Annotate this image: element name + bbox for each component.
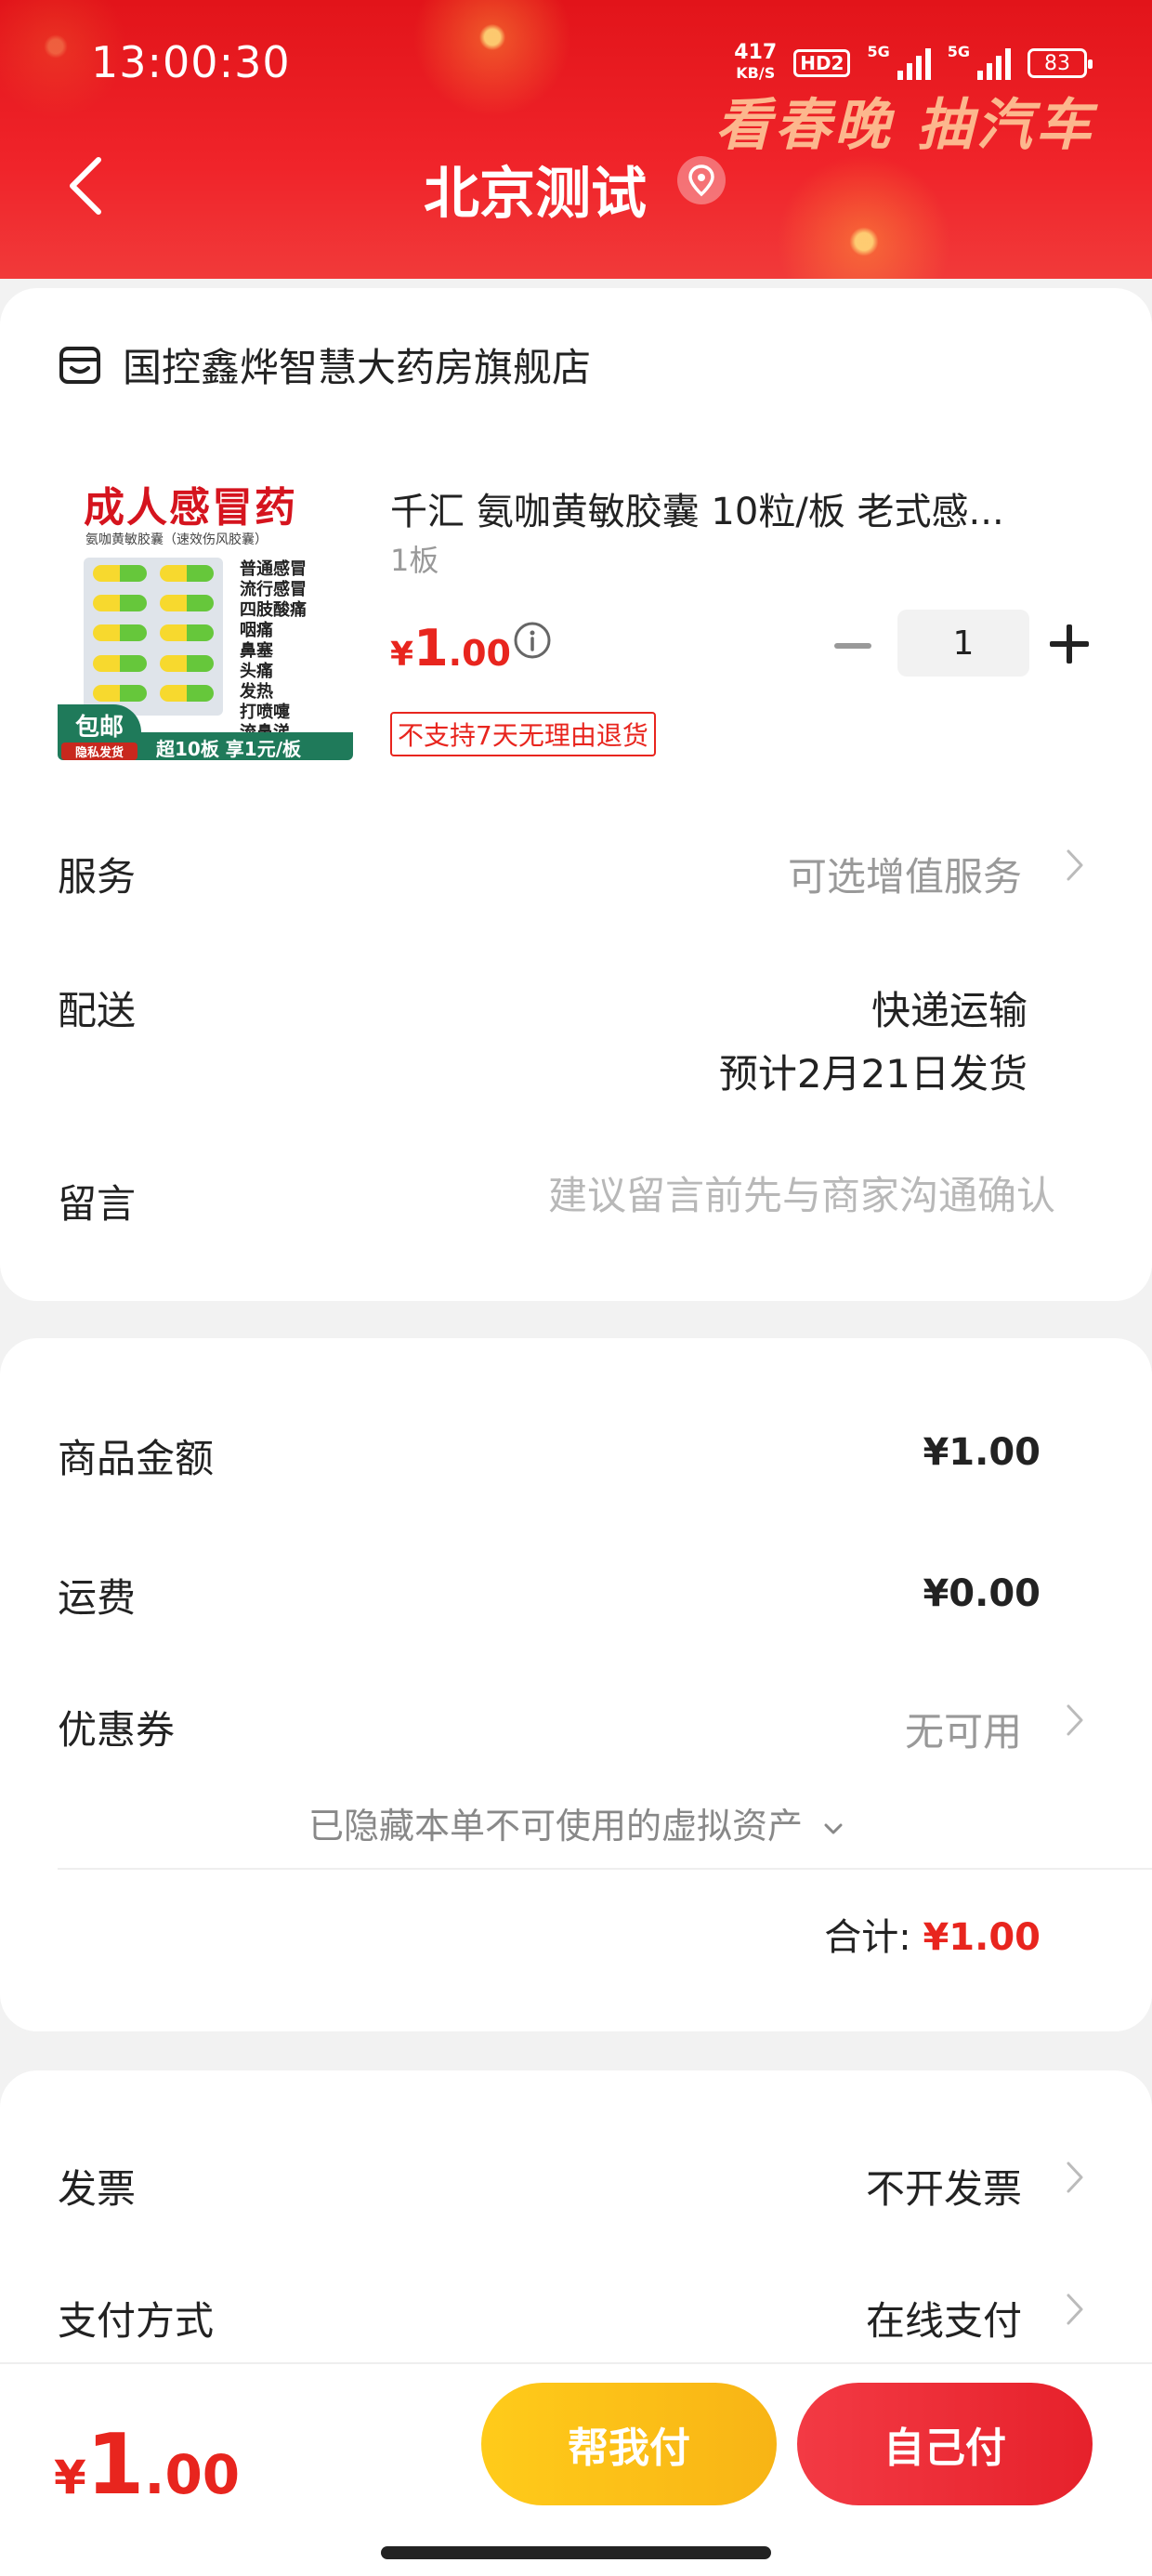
coupon-value[interactable]: 无可用 xyxy=(905,1701,1022,1757)
chevron-right-icon[interactable] xyxy=(1065,2160,1085,2195)
promo-banner-text: 看春晚 抽汽车 xyxy=(715,93,1095,158)
payment-method-value[interactable]: 在线支付 xyxy=(866,2290,1022,2346)
signal-label: 5G xyxy=(867,43,890,60)
product-price: ¥1.00 xyxy=(390,619,511,677)
shipping-fee-value: ¥0.00 xyxy=(923,1572,1041,1615)
delivery-label: 配送 xyxy=(58,988,137,1033)
order-total: 合计: ¥1.00 xyxy=(824,1907,1041,1961)
status-time: 13:00:30 xyxy=(91,37,291,87)
battery-icon: 83 xyxy=(1028,48,1093,78)
message-label: 留言 xyxy=(58,1181,137,1227)
chevron-right-icon[interactable] xyxy=(1065,2292,1085,2327)
symptom-list: 普通感冒 流行感冒 四肢酸痛 咽痛 鼻塞 头痛 发热 打喷嚏 流鼻涕 xyxy=(240,559,307,743)
goods-amount-label: 商品金额 xyxy=(58,1436,215,1481)
status-icons: 417 KB/S HD2 5G 5G 83 xyxy=(734,41,1093,84)
invoice-label: 发票 xyxy=(58,2166,137,2212)
pay-myself-button[interactable]: 自己付 xyxy=(797,2383,1093,2505)
chevron-right-icon[interactable] xyxy=(1065,1702,1085,1738)
checkout-bar: ¥1.00 帮我付 自己付 xyxy=(0,2362,1152,2576)
chevron-right-icon[interactable] xyxy=(1065,848,1085,883)
shipping-fee-label: 运费 xyxy=(58,1575,137,1621)
location-pin-icon[interactable] xyxy=(676,155,727,205)
info-icon[interactable] xyxy=(513,621,552,660)
signal-icon xyxy=(977,46,1011,80)
payment-method-label: 支付方式 xyxy=(58,2298,215,2344)
total-label: 合计: xyxy=(824,1916,911,1959)
chevron-left-icon xyxy=(70,157,101,215)
store-header[interactable]: 国控鑫烨智慧大药房旗舰店 xyxy=(58,336,591,393)
service-label: 服务 xyxy=(58,854,137,900)
delivery-method: 快递运输 xyxy=(871,988,1028,1033)
divider xyxy=(58,1868,1152,1870)
signal-icon xyxy=(897,46,931,80)
network-speed: 417 KB/S xyxy=(734,41,778,83)
product-spec: 1板 xyxy=(390,543,439,578)
quantity-field[interactable]: 1 xyxy=(897,610,1029,677)
goods-amount-value: ¥1.00 xyxy=(923,1431,1041,1474)
signal-label: 5G xyxy=(947,43,970,60)
hidden-assets-toggle[interactable]: 已隐藏本单不可使用的虚拟资产 xyxy=(0,1797,1152,1848)
quantity-decrease-button[interactable] xyxy=(834,643,871,649)
home-indicator[interactable] xyxy=(381,2546,771,2559)
coupon-label: 优惠券 xyxy=(58,1707,176,1753)
message-input[interactable] xyxy=(334,1165,1055,1225)
order-item-card: 国控鑫烨智慧大药房旗舰店 成人感冒药 氨咖黄敏胶囊（速效伤风胶囊） 普通感冒 流… xyxy=(0,288,1152,1301)
service-option[interactable]: 可选增值服务 xyxy=(788,846,1022,902)
quantity-increase-button[interactable] xyxy=(1050,624,1089,664)
store-icon xyxy=(59,346,100,384)
checkout-price: ¥1.00 xyxy=(54,2416,241,2514)
total-amount: ¥1.00 xyxy=(923,1916,1041,1959)
firework-decoration xyxy=(399,0,585,130)
back-button[interactable] xyxy=(56,149,121,223)
free-shipping-badge: 包邮 隐私发货 xyxy=(58,704,141,760)
store-name: 国控鑫烨智慧大药房旗舰店 xyxy=(123,345,592,390)
return-policy-tag: 不支持7天无理由退货 xyxy=(390,712,656,756)
invoice-value[interactable]: 不开发票 xyxy=(866,2158,1022,2215)
product-image-subtitle: 氨咖黄敏胶囊（速效伤风胶囊） xyxy=(85,532,268,547)
product-image-promo: 超10板 享1元/板 xyxy=(141,732,353,760)
price-summary-card: 商品金额 ¥1.00 运费 ¥0.00 优惠券 无可用 已隐藏本单不可使用的虚拟… xyxy=(0,1338,1152,2031)
product-title[interactable]: 千汇 氨咖黄敏胶囊 10粒/板 老式感... xyxy=(390,481,1078,535)
header: 13:00:30 417 KB/S HD2 5G 5G 83 看春晚 抽汽车 北… xyxy=(0,0,1152,279)
help-me-pay-button[interactable]: 帮我付 xyxy=(481,2383,777,2505)
capsule-blister-graphic xyxy=(84,558,223,716)
hd-voice-icon: HD2 xyxy=(793,49,851,77)
product-image-title: 成人感冒药 xyxy=(84,484,297,532)
product-image[interactable]: 成人感冒药 氨咖黄敏胶囊（速效伤风胶囊） 普通感冒 流行感冒 四肢酸痛 咽痛 鼻… xyxy=(58,465,353,760)
page-title: 北京测试 xyxy=(424,162,647,227)
delivery-eta: 预计2月21日发货 xyxy=(718,1051,1028,1097)
chevron-down-icon xyxy=(824,1823,843,1833)
